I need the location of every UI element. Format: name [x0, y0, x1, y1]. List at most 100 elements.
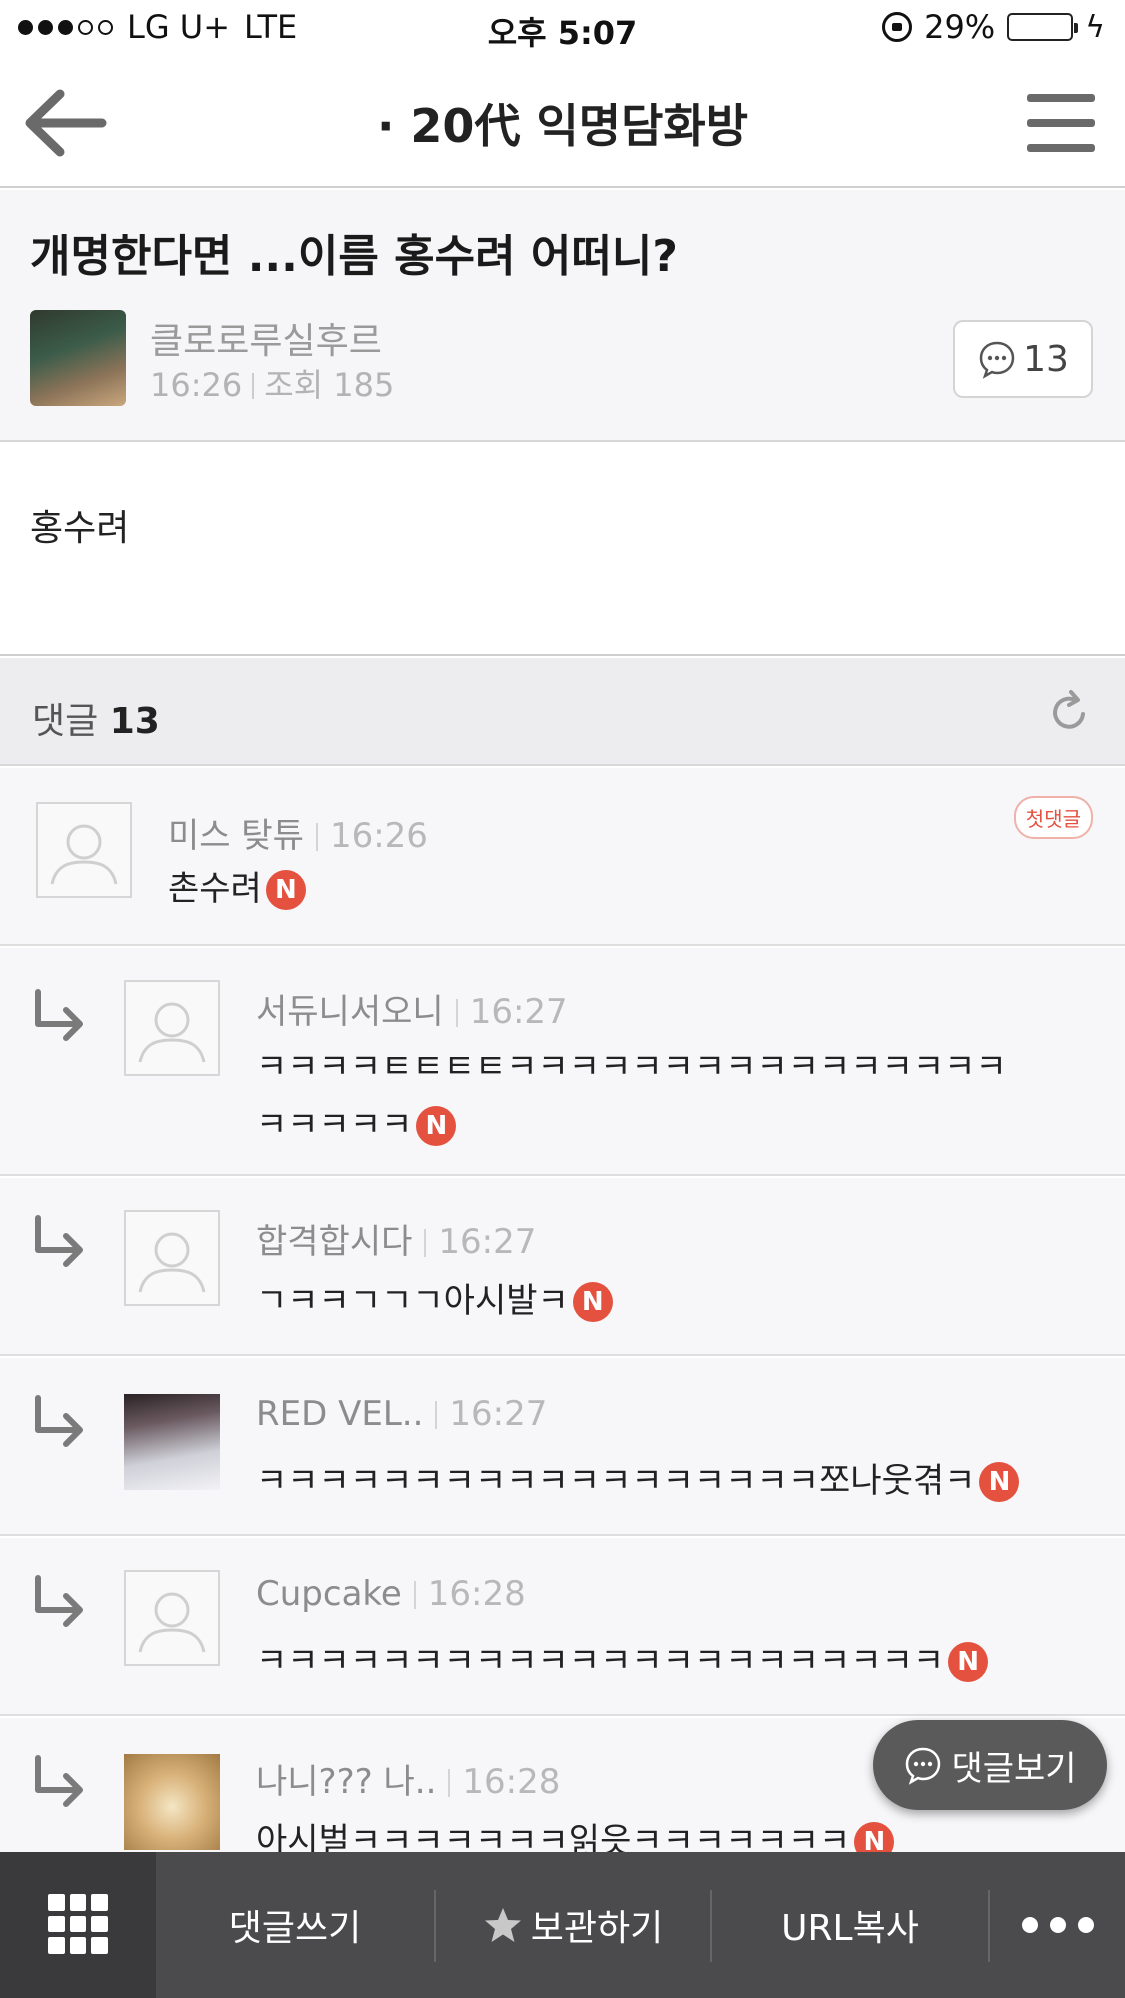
- reply-arrow-icon: [35, 1755, 83, 1807]
- comment-item[interactable]: 서듀니서오니 16:27 ㅋㅋㅋㅋㅌㅌㅌㅌㅋㅋㅋㅋㅋㅋㅋㅋㅋㅋㅋㅋㅋㅋㅋㅋ ㅋㅋㅋ…: [0, 948, 1125, 1176]
- status-bar-right: 29% ϟ: [882, 8, 1105, 46]
- comment-text-line: ㅋㅋㅋㅋㅌㅌㅌㅌㅋㅋㅋㅋㅋㅋㅋㅋㅋㅋㅋㅋㅋㅋㅋㅋ: [256, 1047, 1007, 1087]
- comment-author[interactable]: Cupcake: [256, 1574, 402, 1614]
- reply-arrow-icon: [35, 1215, 83, 1267]
- status-bar: LG U+ LTE 오후 5:07 29% ϟ: [0, 0, 1125, 58]
- comment-author-line: 서듀니서오니 16:27: [256, 984, 568, 1033]
- comment-author[interactable]: RED VEL..: [256, 1394, 423, 1434]
- new-badge: N: [948, 1642, 989, 1682]
- battery-icon: [1007, 13, 1079, 41]
- refresh-icon: [1053, 690, 1085, 729]
- comment-text: ㄱㅋㅋㄱㄱㄱ아시발ㅋ N: [256, 1272, 613, 1330]
- comment-count: 13: [1023, 338, 1069, 380]
- post-time: 16:26: [150, 366, 243, 404]
- comment-text: 아시벌ㅋㅋㅋㅋㅋㅋㅋ읽읏ㅋㅋㅋㅋㅋㅋㅋ N: [256, 1812, 895, 1852]
- new-badge: N: [265, 870, 306, 910]
- reply-arrow-icon: [35, 1395, 83, 1447]
- bookmark-button[interactable]: 보관하기: [436, 1852, 710, 1998]
- page-title: · 20代 익명담화방: [376, 99, 749, 153]
- comment-text: ㅋㅋㅋㅋㅋㅋㅋㅋㅋㅋㅋㅋㅋㅋㅋㅋㅋㅋ쪼나웃겪ㅋ N: [256, 1452, 1020, 1510]
- new-badge: N: [854, 1822, 895, 1852]
- menu-button[interactable]: [1027, 94, 1095, 152]
- meta-divider: [252, 373, 255, 399]
- comment-time: 16:28: [462, 1762, 561, 1802]
- comment-divider: [413, 1581, 416, 1609]
- comment-text-line-2: ㅋㅋㅋㅋㅋ N: [256, 1096, 1007, 1154]
- comment-author[interactable]: 나니??? 나..: [256, 1762, 436, 1802]
- default-avatar-icon: [124, 980, 220, 1076]
- comment-text-content: 아시벌ㅋㅋㅋㅋㅋㅋㅋ읽읏ㅋㅋㅋㅋㅋㅋㅋ: [256, 1821, 851, 1852]
- comment-item[interactable]: 합격합시다 16:27 ㄱㅋㅋㄱㄱㄱ아시발ㅋ N: [0, 1178, 1125, 1356]
- comment-divider: [448, 1769, 451, 1797]
- comments-label: 댓글 13: [32, 692, 160, 744]
- write-comment-button[interactable]: 댓글쓰기: [156, 1852, 434, 1998]
- battery-percent: 29%: [924, 8, 996, 46]
- post-meta: 16:26 조회 185: [150, 360, 394, 406]
- more-options-button[interactable]: [990, 1852, 1125, 1998]
- view-comments-button[interactable]: 댓글보기: [873, 1720, 1107, 1810]
- comment-divider: [435, 1401, 438, 1429]
- new-badge: N: [416, 1106, 457, 1146]
- star-icon: [484, 1908, 521, 1942]
- comment-author[interactable]: 합격합시다: [256, 1222, 412, 1262]
- comment-time: 16:27: [449, 1394, 548, 1434]
- user-photo-avatar: [124, 1754, 220, 1850]
- view-comments-label: 댓글보기: [951, 1748, 1077, 1789]
- default-avatar-icon: [124, 1210, 220, 1306]
- hamburger-menu-icon: [1027, 94, 1095, 102]
- comment-item[interactable]: Cupcake 16:28 ㅋㅋㅋㅋㅋㅋㅋㅋㅋㅋㅋㅋㅋㅋㅋㅋㅋㅋㅋㅋㅋㅋ N: [0, 1538, 1125, 1716]
- rotation-lock-icon: [882, 12, 913, 42]
- apps-grid-button[interactable]: [0, 1852, 156, 1998]
- more-dots-icon: [1021, 1917, 1094, 1933]
- copy-url-button[interactable]: URL복사: [712, 1852, 988, 1998]
- refresh-button[interactable]: [1045, 688, 1093, 736]
- comment-author-line: 나니??? 나.. 16:28: [256, 1754, 560, 1803]
- comment-item[interactable]: RED VEL.. 16:27 ㅋㅋㅋㅋㅋㅋㅋㅋㅋㅋㅋㅋㅋㅋㅋㅋㅋㅋ쪼나웃겪ㅋ N: [0, 1358, 1125, 1536]
- comment-time: 16:27: [469, 992, 568, 1032]
- comment-time: 16:27: [438, 1222, 537, 1262]
- post-body: 홍수려: [0, 444, 1125, 656]
- comment-time: 16:26: [329, 816, 428, 856]
- comment-text-content: ㅋㅋㅋㅋㅋㅋㅋㅋㅋㅋㅋㅋㅋㅋㅋㅋㅋㅋ쪼나웃겪ㅋ: [256, 1461, 976, 1501]
- comment-item[interactable]: 미스 탖튜 16:26 첫댓글 촌수려 N: [0, 768, 1125, 946]
- author-avatar[interactable]: [30, 310, 126, 406]
- post-views: 조회 185: [264, 366, 395, 404]
- charging-icon: ϟ: [1085, 9, 1105, 45]
- copy-url-label: URL복사: [781, 1908, 919, 1949]
- new-badge: N: [979, 1462, 1020, 1502]
- speech-bubble-icon: [979, 341, 1015, 379]
- comment-text: 촌수려 N: [168, 860, 306, 918]
- comment-divider: [424, 1229, 427, 1257]
- post-author[interactable]: 클로로루실후르: [150, 312, 382, 364]
- comments-label-text: 댓글: [32, 701, 99, 742]
- comment-author-line: 미스 탖튜 16:26: [168, 808, 428, 857]
- reply-arrow-icon: [35, 1575, 83, 1627]
- comment-text-content: ㅋㅋㅋㅋㅋㅋㅋㅋㅋㅋㅋㅋㅋㅋㅋㅋㅋㅋㅋㅋㅋㅋ: [256, 1641, 945, 1681]
- comments-header: 댓글 13: [0, 658, 1125, 766]
- comment-text: ㅋㅋㅋㅋㅌㅌㅌㅌㅋㅋㅋㅋㅋㅋㅋㅋㅋㅋㅋㅋㅋㅋㅋㅋ ㅋㅋㅋㅋㅋ N: [256, 1038, 1007, 1154]
- comments-count: 13: [109, 701, 160, 742]
- post-header: 개명한다면 ...이름 홍수려 어떠니? 클로로루실후르 16:26 조회 185…: [0, 190, 1125, 442]
- reply-arrow-icon: [35, 989, 83, 1041]
- comment-text: ㅋㅋㅋㅋㅋㅋㅋㅋㅋㅋㅋㅋㅋㅋㅋㅋㅋㅋㅋㅋㅋㅋ N: [256, 1632, 989, 1690]
- post-title: 개명한다면 ...이름 홍수려 어떠니?: [30, 231, 678, 282]
- bottom-toolbar: 댓글쓰기 보관하기 URL복사: [0, 1852, 1125, 1998]
- comment-count-button[interactable]: 13: [953, 320, 1093, 398]
- comment-text-content: 촌수려: [168, 869, 262, 909]
- comment-author[interactable]: 서듀니서오니: [256, 992, 444, 1032]
- first-comment-badge: 첫댓글: [1013, 796, 1093, 839]
- default-avatar-icon: [124, 1570, 220, 1666]
- nav-bar: · 20代 익명담화방: [0, 58, 1125, 188]
- comment-text-content: ㄱㅋㅋㄱㄱㄱ아시발ㅋ: [256, 1281, 569, 1321]
- new-badge: N: [572, 1282, 613, 1322]
- user-photo-avatar: [124, 1394, 220, 1490]
- comment-author-line: 합격합시다 16:27: [256, 1214, 536, 1263]
- bookmark-label: 보관하기: [530, 1908, 664, 1949]
- comment-author-line: RED VEL.. 16:27: [256, 1394, 547, 1434]
- comment-divider: [315, 823, 318, 851]
- grid-icon: [48, 1894, 108, 1954]
- post-body-text: 홍수려: [30, 508, 130, 549]
- write-comment-label: 댓글쓰기: [228, 1908, 362, 1949]
- comment-author[interactable]: 미스 탖튜: [168, 816, 304, 856]
- comment-text-content: ㅋㅋㅋㅋㅋ: [256, 1105, 413, 1145]
